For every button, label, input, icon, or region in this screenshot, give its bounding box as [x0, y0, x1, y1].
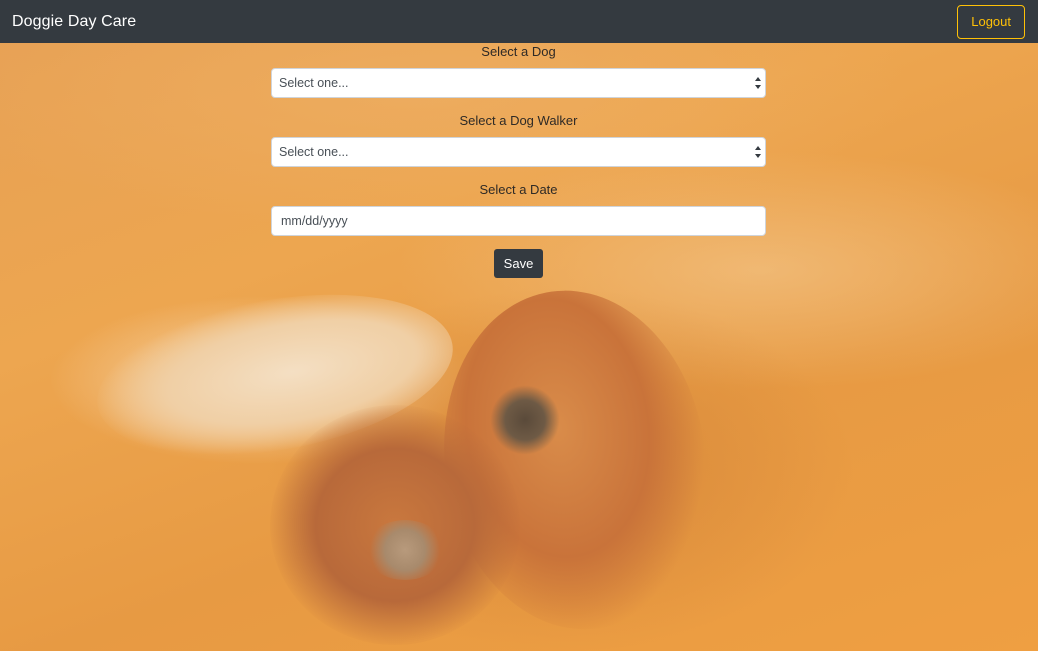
dog-select-value: Select one... [279, 76, 349, 90]
dog-claw [490, 385, 560, 455]
schedule-walk-form: Select a Dog Select one... Select a Dog … [271, 43, 766, 278]
navbar: Doggie Day Care Logout [0, 0, 1038, 43]
select-caret-icon [754, 145, 762, 159]
logout-button[interactable]: Logout [957, 4, 1025, 39]
walker-select-group: Select a Dog Walker Select one... [271, 112, 766, 167]
save-button[interactable]: Save [493, 249, 544, 278]
walker-select[interactable]: Select one... [271, 137, 766, 167]
date-group: Select a Date [271, 181, 766, 236]
select-caret-icon [754, 76, 762, 90]
dog-select-group: Select a Dog Select one... [271, 43, 766, 98]
dog-select-label: Select a Dog [481, 44, 556, 59]
date-input[interactable] [271, 206, 766, 236]
walker-select-label: Select a Dog Walker [459, 113, 578, 128]
dog-claw-light [365, 520, 445, 580]
date-label: Select a Date [479, 182, 558, 197]
save-wrap: Save [271, 249, 766, 278]
walker-select-value: Select one... [279, 145, 349, 159]
dog-select[interactable]: Select one... [271, 68, 766, 98]
brand-title[interactable]: Doggie Day Care [12, 13, 136, 31]
